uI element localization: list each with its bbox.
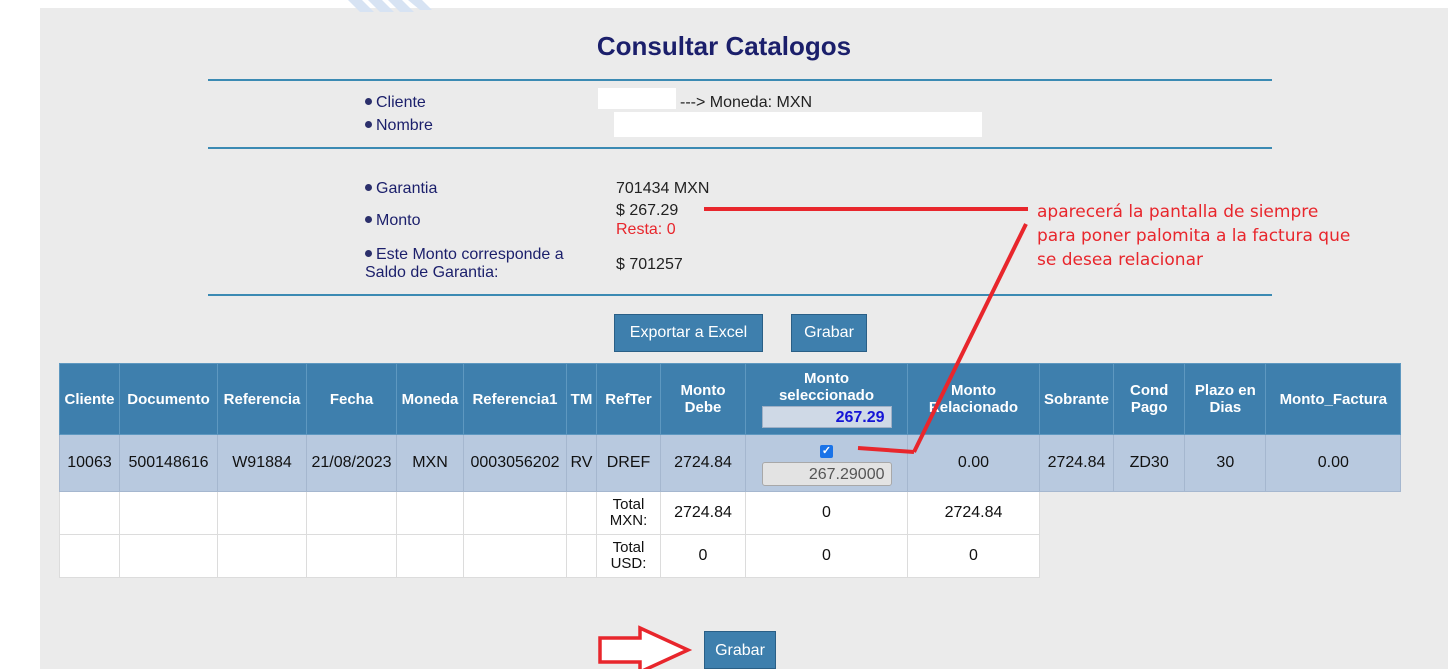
annotation-line-diagonal bbox=[912, 223, 1028, 453]
annotation-line1: aparecerá la pantalla de siempre bbox=[1037, 202, 1319, 222]
annotation-overlay bbox=[598, 207, 1028, 669]
annotation-line-short bbox=[857, 446, 915, 454]
annotation-line3: se desea relacionar bbox=[1037, 250, 1203, 270]
annotation-line2: para poner palomita a la factura que bbox=[1037, 226, 1351, 246]
arrow-right-icon bbox=[598, 625, 693, 669]
annotation-note: aparecerá la pantalla de siempre para po… bbox=[1037, 200, 1350, 272]
